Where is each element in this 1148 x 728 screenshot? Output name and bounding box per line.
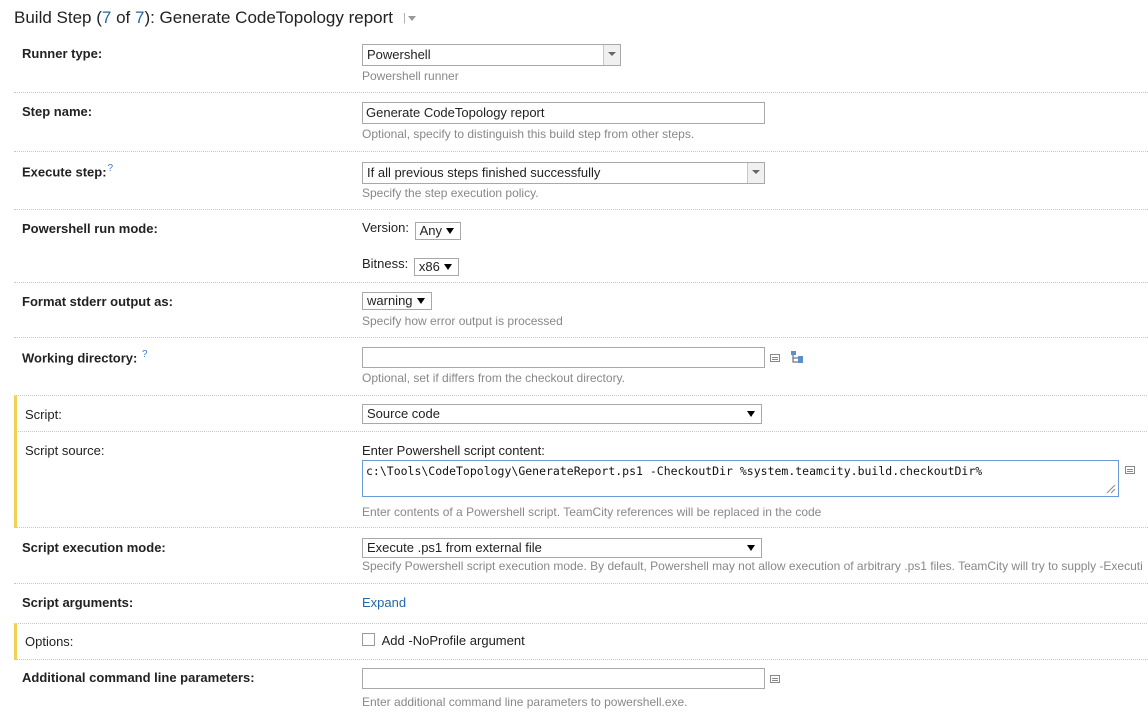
exec-mode-select[interactable]: Execute .ps1 from external file <box>362 538 762 558</box>
chevron-down-icon <box>446 228 455 234</box>
step-menu-toggle[interactable]: | <box>403 12 416 24</box>
parameters-list-icon[interactable] <box>770 354 780 362</box>
stderr-select[interactable]: warning <box>362 292 432 310</box>
script-row: Script: Source code <box>14 395 1148 432</box>
script-source-row: Script source: Enter Powershell script c… <box>14 431 1148 528</box>
chevron-down-icon <box>747 163 764 183</box>
step-current-link[interactable]: 7 <box>102 8 111 27</box>
stderr-row: Format stderr output as: warning Specify… <box>14 282 1148 338</box>
run-mode-row: Powershell run mode: Version: Any Bitnes… <box>14 209 1148 283</box>
working-dir-row: Working directory: ? Optional, set if di… <box>14 337 1148 396</box>
exec-mode-row: Script execution mode: Execute .ps1 from… <box>14 527 1148 584</box>
script-args-label: Script arguments: <box>22 595 134 610</box>
chevron-down-icon <box>603 45 620 65</box>
directory-tree-icon[interactable] <box>790 350 804 364</box>
bitness-select[interactable]: x86 <box>413 258 459 276</box>
help-icon[interactable]: ? <box>142 349 148 360</box>
options-label: Options: <box>25 634 74 649</box>
chevron-down-icon <box>416 298 425 304</box>
additional-params-label: Additional command line parameters: <box>22 670 255 685</box>
bitness-label: Bitness: <box>362 256 409 271</box>
help-icon[interactable]: ? <box>108 163 114 174</box>
additional-params-hint: Enter additional command line parameters… <box>362 695 688 709</box>
additional-params-row: Additional command line parameters: Ente… <box>14 659 1148 728</box>
execute-step-hint: Specify the step execution policy. <box>362 186 539 200</box>
exec-mode-hint: Specify Powershell script execution mode… <box>362 559 1143 573</box>
script-source-textarea[interactable]: c:\Tools\CodeTopology\GenerateReport.ps1… <box>362 460 1119 497</box>
runner-type-label: Runner type: <box>22 46 103 61</box>
parameters-list-icon[interactable] <box>770 675 780 683</box>
script-source-prompt: Enter Powershell script content: <box>362 443 545 458</box>
page-header: Build Step (7 of 7): Generate CodeTopolo… <box>14 7 416 29</box>
step-name-label: Step name: <box>22 104 93 119</box>
runner-type-hint: Powershell runner <box>362 69 459 83</box>
noprofile-checkbox[interactable] <box>362 633 375 646</box>
page-title: Build Step (7 of 7): Generate CodeTopolo… <box>14 8 393 27</box>
resize-handle-icon[interactable] <box>1106 484 1116 494</box>
step-name-row: Step name: Generate CodeTopology report … <box>14 92 1148 152</box>
chevron-down-icon <box>407 15 416 21</box>
script-source-label: Script source: <box>25 443 105 458</box>
additional-params-input[interactable] <box>362 668 765 689</box>
step-name-hint: Optional, specify to distinguish this bu… <box>362 127 695 141</box>
runner-type-row: Runner type: Powershell Powershell runne… <box>14 36 1148 92</box>
chevron-down-icon <box>443 264 452 270</box>
script-select[interactable]: Source code <box>362 404 762 424</box>
stderr-label: Format stderr output as: <box>22 294 173 309</box>
execute-step-row: Execute step:? If all previous steps fin… <box>14 151 1148 210</box>
chevron-down-icon <box>747 545 755 551</box>
script-source-code: c:\Tools\CodeTopology\GenerateReport.ps1… <box>366 464 983 478</box>
working-dir-hint: Optional, set if differs from the checko… <box>362 371 626 385</box>
step-name-input[interactable]: Generate CodeTopology report <box>362 102 765 124</box>
options-row: Options: Add -NoProfile argument <box>14 623 1148 660</box>
script-label: Script: <box>25 407 62 422</box>
run-mode-label: Powershell run mode: <box>22 221 158 236</box>
execute-step-label: Execute step:? <box>22 163 114 180</box>
parameters-list-icon[interactable] <box>1125 466 1135 474</box>
working-dir-input[interactable] <box>362 347 765 368</box>
exec-mode-label: Script execution mode: <box>22 540 166 555</box>
script-args-row: Script arguments: Expand <box>14 583 1148 624</box>
noprofile-label[interactable]: Add -NoProfile argument <box>382 633 525 648</box>
chevron-down-icon <box>747 411 755 417</box>
version-select[interactable]: Any <box>414 222 462 240</box>
stderr-hint: Specify how error output is processed <box>362 314 563 328</box>
script-source-hint: Enter contents of a Powershell script. T… <box>362 505 822 519</box>
version-label: Version: <box>362 220 409 235</box>
working-dir-label: Working directory: ? <box>22 349 148 366</box>
runner-type-select[interactable]: Powershell <box>362 44 621 66</box>
execute-step-select[interactable]: If all previous steps finished successfu… <box>362 162 765 184</box>
expand-link[interactable]: Expand <box>362 595 406 610</box>
